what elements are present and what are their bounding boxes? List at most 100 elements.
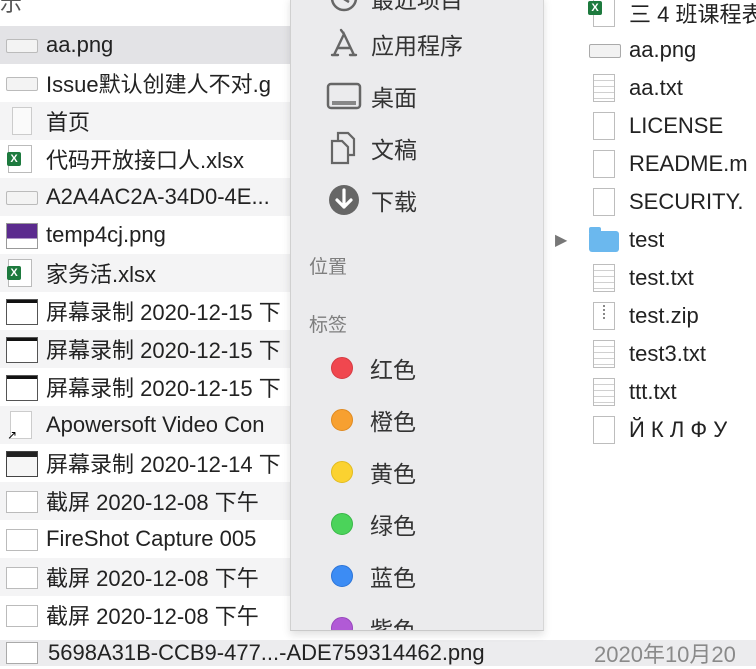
purple-tag-dot-icon	[331, 617, 353, 630]
date-modified: 2020年10月20	[594, 642, 736, 667]
generic-file-icon	[589, 187, 619, 217]
generic-file-icon	[589, 415, 619, 445]
file-name: Issue默认创建人不对.g	[46, 72, 271, 97]
tag-green[interactable]: 绿色	[331, 504, 416, 544]
sidebar-item-label: 文稿	[371, 137, 417, 163]
sidebar-item-recents[interactable]: 最近项目	[325, 0, 463, 18]
folder-name: test	[629, 227, 665, 252]
tag-yellow[interactable]: 黄色	[331, 452, 416, 492]
screenshot-thumbnail-icon	[6, 601, 38, 629]
orange-tag-dot-icon	[331, 409, 353, 431]
png-thumbnail-icon	[589, 35, 621, 65]
file-name: ttt.txt	[629, 379, 677, 404]
file-name: temp4cj.png	[46, 222, 166, 247]
screenshot-thumbnail-icon	[6, 563, 38, 591]
file-row[interactable]: test3.txt	[543, 335, 756, 373]
tag-purple[interactable]: 紫色	[331, 608, 416, 630]
sidebar-item-label: 桌面	[371, 85, 417, 111]
tags-header[interactable]: 标签	[309, 310, 347, 337]
file-name: 家务活.xlsx	[46, 262, 157, 287]
file-name: FireShot Capture 005	[46, 526, 257, 551]
disclosure-triangle-icon[interactable]: ▶	[555, 230, 577, 250]
file-row[interactable]: 屏幕录制 2020-12-15 下	[0, 330, 300, 368]
top-fragment-text: 示	[0, 0, 23, 16]
tag-label: 橙色	[370, 409, 416, 435]
green-tag-dot-icon	[331, 513, 353, 535]
left-file-list: 示 aa.png Issue默认创建人不对.g 首页 代码开放接口人.xlsx …	[0, 0, 300, 666]
tag-orange[interactable]: 橙色	[331, 400, 416, 440]
file-row[interactable]: aa.png	[0, 26, 300, 64]
file-row[interactable]: 截屏 2020-12-08 下午	[0, 596, 300, 634]
file-name: 屏幕录制 2020-12-15 下	[46, 300, 281, 325]
yellow-tag-dot-icon	[331, 461, 353, 483]
file-row[interactable]: ttt.txt	[543, 373, 756, 411]
finder-sidebar: 最近项目 应用程序 桌面 文稿 下载 位置 标签 红色 橙色 黄色 绿色 蓝色 …	[290, 0, 544, 631]
file-name: test3.txt	[629, 341, 707, 366]
file-row[interactable]: Й К Л Ф У	[543, 411, 756, 449]
tag-label: 蓝色	[370, 565, 416, 591]
alias-icon	[6, 411, 36, 442]
sidebar-item-label: 最近项目	[371, 0, 463, 13]
sidebar-item-downloads[interactable]: 下载	[325, 180, 417, 220]
right-file-list: 三 4 班课程表 aa.png aa.txt LICENSE README.m …	[543, 0, 756, 640]
file-row[interactable]: Apowersoft Video Con	[0, 406, 300, 444]
file-name: LICENSE	[629, 113, 724, 138]
excel-file-icon	[6, 145, 36, 173]
file-name: 截屏 2020-12-08 下午	[46, 490, 259, 515]
file-row[interactable]: 截屏 2020-12-08 下午	[0, 482, 300, 520]
file-row[interactable]: A2A4AC2A-34D0-4E...	[0, 178, 300, 216]
screenshot-thumbnail-icon	[6, 487, 38, 515]
screen-recording-icon	[6, 373, 38, 401]
file-row[interactable]: aa.png	[543, 31, 756, 69]
folder-row[interactable]: ▶ test	[543, 221, 756, 259]
tag-label: 黄色	[370, 461, 416, 487]
generic-file-icon	[589, 111, 619, 141]
file-row[interactable]: FireShot Capture 005	[0, 520, 300, 558]
screen-recording-icon	[6, 297, 38, 325]
file-row[interactable]: 代码开放接口人.xlsx	[0, 140, 300, 178]
file-row[interactable]: 5698A31B-CCB9-477...-ADE759314462.png 20…	[0, 640, 756, 667]
file-row[interactable]: 家务活.xlsx	[0, 254, 300, 292]
download-icon	[325, 181, 363, 219]
file-row[interactable]: 三 4 班课程表	[543, 0, 756, 32]
file-name: A2A4AC2A-34D0-4E...	[46, 184, 270, 209]
file-row[interactable]: LICENSE	[543, 107, 756, 145]
file-name: README.m	[629, 151, 748, 176]
png-thumbnail-icon	[6, 69, 38, 97]
file-name: 屏幕录制 2020-12-14 下	[46, 452, 281, 477]
file-name: aa.txt	[629, 75, 683, 100]
file-row[interactable]: 首页	[0, 102, 300, 140]
tag-red[interactable]: 红色	[331, 348, 416, 388]
file-row[interactable]: 屏幕录制 2020-12-14 下	[0, 444, 300, 482]
file-row[interactable]: SECURITY.	[543, 183, 756, 221]
sidebar-item-desktop[interactable]: 桌面	[325, 76, 417, 116]
file-row[interactable]: test.txt	[543, 259, 756, 297]
file-row[interactable]: 屏幕录制 2020-12-15 下	[0, 292, 300, 330]
file-row[interactable]: README.m	[543, 145, 756, 183]
file-name: 截屏 2020-12-08 下午	[46, 566, 259, 591]
text-file-icon	[589, 263, 619, 293]
file-name: 屏幕录制 2020-12-15 下	[46, 338, 281, 363]
locations-header[interactable]: 位置	[309, 252, 347, 279]
file-row[interactable]: temp4cj.png	[0, 216, 300, 254]
file-row[interactable]: aa.txt	[543, 69, 756, 107]
zip-file-icon	[589, 301, 619, 331]
sidebar-item-applications[interactable]: 应用程序	[325, 24, 463, 64]
applications-icon	[325, 25, 363, 63]
tag-blue[interactable]: 蓝色	[331, 556, 416, 596]
text-file-icon	[589, 339, 619, 369]
file-row[interactable]: test.zip	[543, 297, 756, 335]
documents-icon	[325, 129, 363, 167]
sidebar-item-documents[interactable]: 文稿	[325, 128, 417, 168]
sidebar-item-label: 下载	[371, 189, 417, 215]
file-name: test.txt	[629, 265, 694, 290]
screenshot-thumbnail-icon	[6, 525, 38, 553]
text-file-icon	[589, 73, 619, 103]
file-name: 三 4 班课程表	[629, 2, 756, 27]
file-name: Й К Л Ф У	[629, 417, 728, 442]
clock-icon	[325, 0, 363, 17]
file-row[interactable]: 截屏 2020-12-08 下午	[0, 558, 300, 596]
file-row[interactable]: Issue默认创建人不对.g	[0, 64, 300, 102]
png-thumbnail-icon	[6, 183, 38, 211]
file-row[interactable]: 屏幕录制 2020-12-15 下	[0, 368, 300, 406]
